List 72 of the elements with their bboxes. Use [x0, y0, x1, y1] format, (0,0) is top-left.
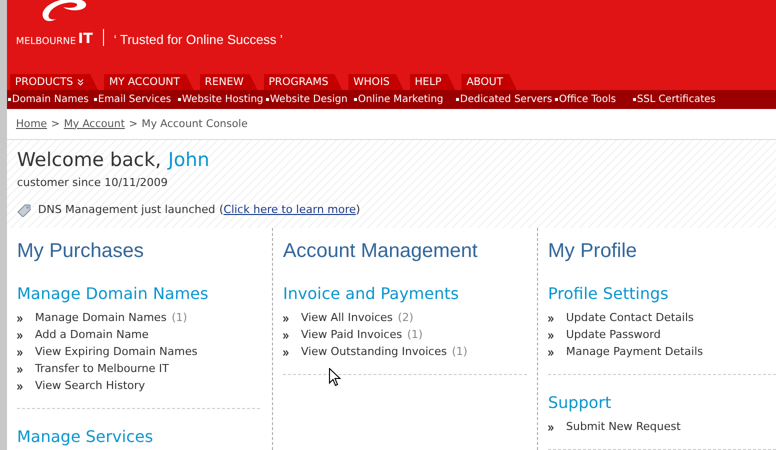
double-chevron-icon: [17, 384, 23, 390]
breadcrumb-link[interactable]: My Account: [64, 116, 125, 132]
column-title: My Purchases: [17, 239, 145, 264]
learn-more-link[interactable]: Click here to learn more: [224, 202, 356, 218]
nav-tab[interactable]: ABOUT: [461, 74, 518, 90]
bullet-icon: [266, 98, 269, 102]
item-count: (2): [398, 310, 414, 326]
double-chevron-icon: [548, 424, 554, 430]
menu-link[interactable]: Add a Domain Name: [35, 327, 149, 344]
menu-link[interactable]: View Expiring Domain Names: [35, 344, 198, 361]
double-chevron-icon: [17, 332, 23, 338]
nav-tab[interactable]: PROGRAMS: [264, 74, 342, 90]
bullet-icon: [456, 98, 459, 102]
sub-nav-link[interactable]: Email Services: [98, 92, 172, 108]
double-chevron-icon: [17, 366, 23, 372]
bullet-icon: [178, 98, 181, 102]
menu-link[interactable]: Transfer to Melbourne IT: [35, 361, 169, 378]
bullet-icon: [633, 98, 636, 102]
double-chevron-icon: [283, 316, 289, 322]
sub-nav-link[interactable]: Dedicated Servers: [460, 92, 552, 108]
menu-link[interactable]: Update Password: [566, 327, 661, 344]
sub-nav-link[interactable]: SSL Certificates: [637, 92, 716, 108]
notice-text: DNS Management just launched: [38, 202, 216, 218]
nav-tab[interactable]: RENEW: [200, 74, 258, 90]
double-chevron-icon: [17, 350, 23, 356]
item-count: (1): [407, 327, 423, 344]
menu-link[interactable]: View All Invoices: [301, 310, 393, 327]
chevron-down-icon: [77, 78, 84, 86]
paren-close: ): [356, 202, 360, 218]
item-count: (1): [452, 344, 468, 360]
menu-link[interactable]: View Search History: [35, 378, 146, 395]
item-count: (1): [172, 310, 188, 326]
double-chevron-icon: [283, 350, 289, 356]
tagline: ‘ Trusted for Online Success ’: [114, 33, 283, 46]
sub-nav-link[interactable]: Website Design: [270, 92, 348, 108]
double-chevron-icon: [548, 332, 554, 338]
breadcrumb-link[interactable]: Home: [16, 116, 48, 132]
breadcrumb-separator: >: [128, 116, 138, 132]
sub-nav-link[interactable]: Office Tools: [559, 92, 616, 108]
user-name: John: [168, 151, 210, 170]
double-chevron-icon: [548, 350, 554, 356]
double-chevron-icon: [17, 316, 23, 322]
logo-name: MELBOURNE: [16, 36, 76, 46]
menu-link[interactable]: View Outstanding Invoices: [301, 344, 447, 361]
column-title: Account Management: [283, 239, 479, 264]
sub-nav-link[interactable]: Website Hosting: [182, 92, 264, 108]
sub-nav-link[interactable]: Domain Names: [12, 92, 89, 108]
menu-link[interactable]: View Paid Invoices: [301, 327, 402, 344]
sub-nav-link[interactable]: Online Marketing: [358, 92, 444, 108]
paren-open: (: [219, 202, 224, 218]
bullet-icon: [8, 98, 11, 102]
menu-link[interactable]: Manage Domain Names: [35, 310, 167, 327]
menu-link[interactable]: Update Contact Details: [566, 310, 694, 327]
breadcrumb-current: My Account Console: [142, 116, 248, 132]
bullet-icon: [94, 98, 97, 102]
nav-tab[interactable]: WHOIS: [348, 74, 404, 90]
mouse-cursor-icon: [329, 368, 341, 387]
bullet-icon: [555, 98, 558, 102]
customer-since: customer since 10/11/2009: [17, 175, 169, 192]
breadcrumb-separator: >: [51, 116, 60, 132]
nav-tab[interactable]: HELP: [410, 74, 456, 90]
double-chevron-icon: [548, 316, 554, 322]
nav-tab[interactable]: PRODUCTS: [10, 74, 98, 90]
menu-link[interactable]: Submit New Request: [566, 419, 681, 436]
logo-mark: IT: [78, 32, 93, 46]
tag-icon: [17, 203, 32, 218]
column-title: My Profile: [548, 239, 638, 264]
bullet-icon: [354, 98, 357, 102]
welcome-greeting: Welcome back,: [17, 151, 162, 170]
menu-link[interactable]: Manage Payment Details: [566, 344, 703, 361]
nav-tab[interactable]: MY ACCOUNT: [104, 74, 194, 90]
double-chevron-icon: [283, 332, 289, 338]
